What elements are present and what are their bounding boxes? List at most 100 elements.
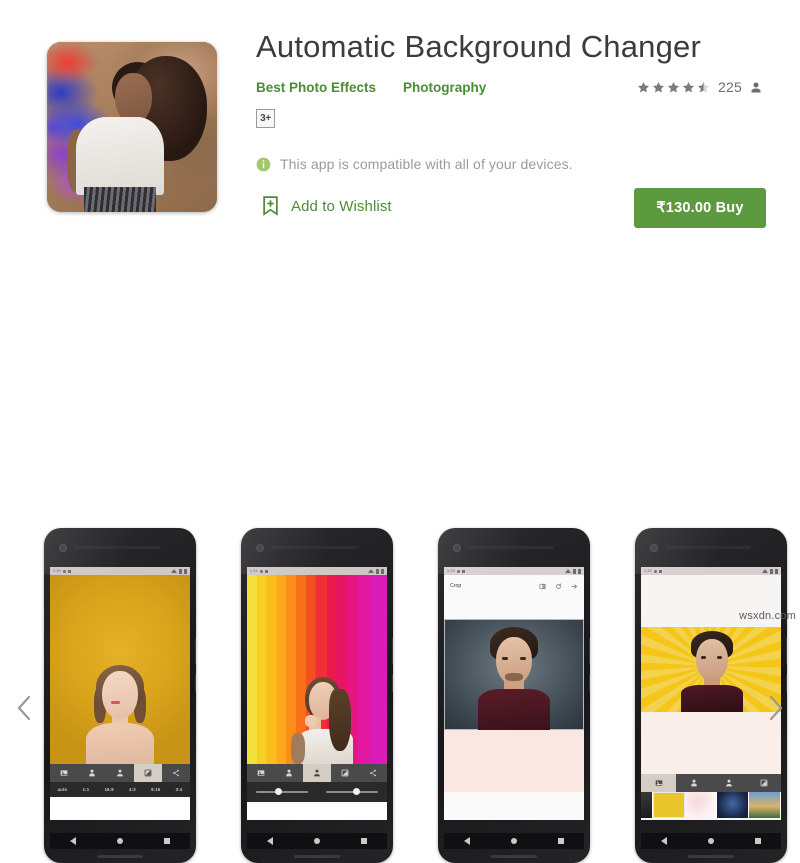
category-link[interactable]: Photography bbox=[403, 80, 486, 95]
watermark: wsxdn.com bbox=[739, 610, 796, 622]
tool-image-icon[interactable] bbox=[247, 764, 275, 782]
person-icon bbox=[751, 82, 761, 92]
nav-recents-icon[interactable] bbox=[360, 838, 367, 844]
star-full-icon bbox=[667, 81, 680, 93]
crop-photo-man[interactable] bbox=[444, 619, 584, 730]
bookmark-add-icon bbox=[263, 196, 278, 216]
star-half-icon bbox=[697, 81, 710, 93]
screenshot-carousel: 1:30 auto 1:1 16:9 4:3 9:16 3:4 1:34 1:2… bbox=[0, 258, 800, 863]
phone-screen-4: 1:30 bbox=[641, 567, 781, 820]
rating-block: 225 bbox=[637, 79, 762, 95]
tool-share-icon[interactable] bbox=[162, 764, 190, 782]
screenshot-item-3[interactable]: 1:29 Crop bbox=[438, 528, 590, 863]
phone-screen-1: 1:30 auto 1:1 16:9 4:3 9:16 3:4 bbox=[50, 567, 190, 820]
carousel-prev-button[interactable] bbox=[10, 688, 38, 728]
android-navbar-1 bbox=[50, 833, 190, 849]
star-full-icon bbox=[682, 81, 695, 93]
front-camera-icon bbox=[453, 544, 461, 552]
nav-home-icon[interactable] bbox=[510, 838, 517, 844]
tool-adjust-icon[interactable] bbox=[331, 764, 359, 782]
woman-profile-subject bbox=[289, 677, 361, 764]
nav-home-icon[interactable] bbox=[116, 838, 123, 844]
editor-toolbar-1[interactable] bbox=[50, 764, 190, 782]
status-time-2: 1:34 bbox=[250, 569, 258, 573]
ratio-option[interactable]: 1:1 bbox=[83, 787, 90, 792]
tool-person-fill-icon[interactable] bbox=[303, 764, 331, 782]
developer-category-row: Best Photo Effects Photography bbox=[256, 80, 486, 95]
screenshot-item-1[interactable]: 1:30 auto 1:1 16:9 4:3 9:16 3:4 bbox=[44, 528, 196, 863]
thumbnail-dark[interactable] bbox=[641, 792, 653, 818]
star-full-icon bbox=[637, 81, 650, 93]
crop-appbar: Crop bbox=[444, 575, 584, 597]
android-navbar-4 bbox=[641, 833, 781, 849]
ratio-option[interactable]: auto bbox=[58, 787, 68, 792]
tool-image-icon[interactable] bbox=[641, 774, 676, 792]
front-camera-icon bbox=[256, 544, 264, 552]
nav-home-icon[interactable] bbox=[313, 838, 320, 844]
background-thumbnail-strip[interactable] bbox=[641, 792, 781, 818]
canvas-bottom-space-4 bbox=[641, 712, 781, 774]
buy-button[interactable]: ₹130.00 Buy bbox=[634, 188, 766, 228]
editor-toolbar-2[interactable] bbox=[247, 764, 387, 782]
next-arrow-icon[interactable] bbox=[571, 583, 578, 590]
earpiece-speaker bbox=[74, 546, 160, 549]
phone-screen-2: 1:34 bbox=[247, 567, 387, 820]
nav-recents-icon[interactable] bbox=[754, 838, 761, 844]
aspect-ratio-bar-1[interactable]: auto 1:1 16:9 4:3 9:16 3:4 bbox=[50, 782, 190, 797]
nav-back-icon[interactable] bbox=[267, 837, 274, 845]
thumbnail-floral[interactable] bbox=[684, 792, 717, 818]
thumbnail-landscape[interactable] bbox=[748, 792, 781, 818]
tool-person-fill-icon[interactable] bbox=[711, 774, 746, 792]
tool-adjust-icon[interactable] bbox=[134, 764, 162, 782]
rotate-icon[interactable] bbox=[555, 583, 562, 590]
thumbnail-starry[interactable] bbox=[716, 792, 749, 818]
carousel-next-button[interactable] bbox=[762, 688, 790, 728]
front-camera-icon bbox=[650, 544, 658, 552]
star-rating bbox=[637, 81, 710, 94]
tool-person-cutout-icon[interactable] bbox=[676, 774, 711, 792]
status-bar-2: 1:34 bbox=[247, 567, 387, 575]
chevron-left-icon bbox=[17, 695, 31, 721]
ratio-option[interactable]: 4:3 bbox=[129, 787, 136, 792]
status-bar-1: 1:30 bbox=[50, 567, 190, 575]
blur-slider[interactable] bbox=[326, 788, 378, 795]
tool-person-fill-icon[interactable] bbox=[106, 764, 134, 782]
phone-screen-3: 1:29 Crop bbox=[444, 567, 584, 820]
page-title: Automatic Background Changer bbox=[256, 29, 702, 64]
nav-recents-icon[interactable] bbox=[163, 838, 170, 844]
tool-share-icon[interactable] bbox=[359, 764, 387, 782]
screenshot-item-2[interactable]: 1:34 bbox=[241, 528, 393, 863]
nav-recents-icon[interactable] bbox=[557, 838, 564, 844]
tool-adjust-icon[interactable] bbox=[746, 774, 781, 792]
tool-person-cutout-icon[interactable] bbox=[275, 764, 303, 782]
nav-back-icon[interactable] bbox=[70, 837, 77, 845]
flip-icon[interactable] bbox=[539, 583, 546, 590]
nav-back-icon[interactable] bbox=[464, 837, 471, 845]
status-time-1: 1:30 bbox=[53, 569, 61, 573]
nav-home-icon[interactable] bbox=[707, 838, 714, 844]
tool-image-icon[interactable] bbox=[50, 764, 78, 782]
age-rating-badge: 3+ bbox=[256, 109, 275, 128]
crop-canvas-top-space bbox=[444, 597, 584, 619]
woman-portrait-subject bbox=[80, 665, 160, 764]
nav-back-icon[interactable] bbox=[661, 837, 668, 845]
crop-canvas-bottom-space bbox=[444, 730, 584, 792]
status-time-4: 1:30 bbox=[644, 569, 652, 573]
developer-link[interactable]: Best Photo Effects bbox=[256, 80, 376, 95]
ratio-option[interactable]: 16:9 bbox=[105, 787, 114, 792]
thumbnail-yellow[interactable] bbox=[652, 792, 685, 818]
compatibility-text: This app is compatible with all of your … bbox=[280, 156, 573, 172]
sunburst-background-photo[interactable] bbox=[641, 627, 781, 712]
add-to-wishlist-button[interactable]: Add to Wishlist bbox=[262, 196, 392, 216]
android-navbar-2 bbox=[247, 833, 387, 849]
app-header: Automatic Background Changer Best Photo … bbox=[0, 0, 800, 250]
opacity-slider[interactable] bbox=[256, 788, 308, 795]
ratio-option[interactable]: 3:4 bbox=[176, 787, 183, 792]
rating-count: 225 bbox=[718, 79, 742, 95]
crop-title: Crop bbox=[450, 583, 462, 589]
status-time-3: 1:29 bbox=[447, 569, 455, 573]
slider-bar-2[interactable] bbox=[247, 782, 387, 802]
ratio-option[interactable]: 9:16 bbox=[151, 787, 160, 792]
editor-toolbar-4[interactable] bbox=[641, 774, 781, 792]
tool-person-cutout-icon[interactable] bbox=[78, 764, 106, 782]
